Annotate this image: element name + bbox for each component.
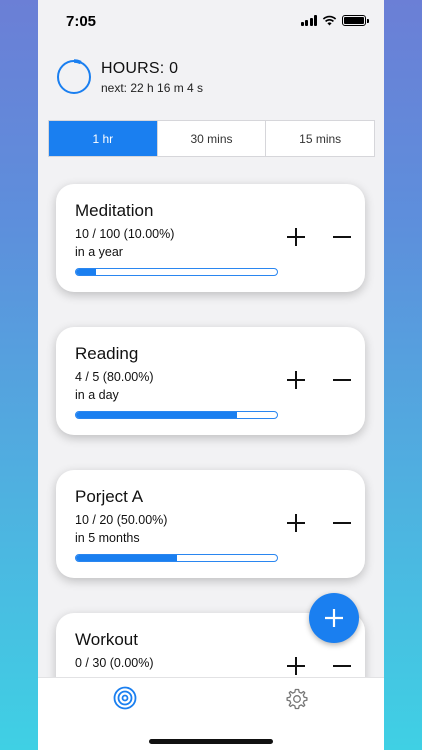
cellular-signal-icon [300, 15, 317, 26]
target-icon[interactable] [113, 686, 137, 710]
goal-period: in a day [75, 388, 119, 402]
interval-segmented-control: 1 hr 30 mins 15 mins [48, 120, 375, 157]
gear-icon[interactable] [285, 687, 309, 711]
hours-text: HOURS: 0 next: 22 h 16 m 4 s [101, 60, 203, 95]
plus-icon[interactable] [283, 653, 309, 679]
app-screen: 7:05 HOURS: 0 next: 22 h 16 m 4 s 1 hr 3… [38, 0, 384, 750]
minus-icon[interactable] [329, 367, 355, 393]
segment-15-mins[interactable]: 15 mins [265, 121, 374, 156]
wifi-icon [322, 15, 337, 26]
goal-count: 0 / 30 (0.00%) [75, 656, 154, 670]
goal-title: Workout [75, 630, 138, 649]
minus-icon[interactable] [329, 224, 355, 250]
goal-period: in a year [75, 245, 123, 259]
home-indicator [149, 739, 273, 744]
status-bar: 7:05 [38, 0, 384, 44]
segment-1-hr[interactable]: 1 hr [49, 121, 157, 156]
goal-card-project-a[interactable]: Porject A 10 / 20 (50.00%) in 5 months [56, 470, 365, 578]
goal-count: 4 / 5 (80.00%) [75, 370, 154, 384]
goal-progress-bar [75, 554, 278, 562]
goal-card-reading[interactable]: Reading 4 / 5 (80.00%) in a day [56, 327, 365, 435]
goal-title: Porject A [75, 487, 144, 506]
goal-title: Reading [75, 344, 139, 363]
segment-30-mins[interactable]: 30 mins [156, 121, 266, 156]
plus-icon [325, 609, 343, 627]
status-icons [300, 15, 369, 26]
plus-icon[interactable] [283, 224, 309, 250]
status-time: 7:05 [66, 13, 97, 30]
minus-icon[interactable] [329, 653, 355, 679]
hours-progress-ring [56, 59, 92, 95]
goal-count: 10 / 20 (50.00%) [75, 513, 168, 527]
battery-icon [342, 15, 369, 26]
goal-progress-bar [75, 411, 278, 419]
minus-icon[interactable] [329, 510, 355, 536]
next-countdown: next: 22 h 16 m 4 s [101, 80, 204, 95]
goal-period: in 5 months [75, 531, 140, 545]
add-goal-button[interactable] [309, 593, 359, 643]
goal-progress-bar [75, 268, 278, 276]
tab-bar [38, 677, 384, 750]
goal-card-meditation[interactable]: Meditation 10 / 100 (10.00%) in a year [56, 184, 365, 292]
hours-title: HOURS: 0 [101, 59, 179, 77]
goal-count: 10 / 100 (10.00%) [75, 227, 175, 241]
hours-header: HOURS: 0 next: 22 h 16 m 4 s [56, 58, 203, 96]
plus-icon[interactable] [283, 510, 309, 536]
goal-title: Meditation [75, 201, 154, 220]
plus-icon[interactable] [283, 367, 309, 393]
